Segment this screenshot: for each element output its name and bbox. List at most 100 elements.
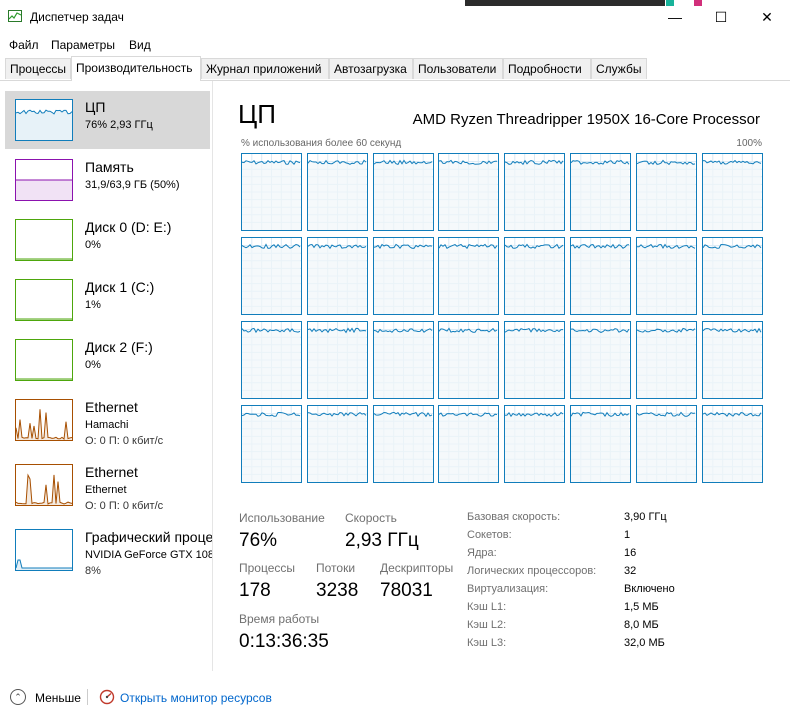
sparkline-line [16,473,72,505]
tab-app-history[interactable]: Журнал приложений [201,58,329,79]
logical-processor-graphs[interactable] [241,153,763,489]
logical-processor-graph [438,321,500,399]
close-button[interactable]: ✕ [744,0,790,34]
processor-graph-svg [505,406,565,482]
processor-graph-svg [307,322,367,398]
sidebar-item-subtitle: 31,9/63,9 ГБ (50%) [85,179,180,191]
sidebar-thumbnail-graph [15,219,73,261]
processor-graph-svg [702,154,762,230]
maximize-button[interactable]: ☐ [698,0,744,34]
close-icon: ✕ [761,8,773,25]
processor-graph-svg [702,406,762,482]
logical-processor-graph [241,153,302,231]
sidebar-item-subtitle: Ethernet [85,484,127,496]
graph-max-label: 100% [736,138,762,149]
processor-graph-svg [636,406,696,482]
processor-load-area [242,160,301,230]
sidebar-item-2[interactable]: Диск 0 (D: E:) 0% [5,211,210,269]
detail-key: Сокетов: [467,529,512,541]
sidebar-thumbnail-graph [15,279,73,321]
tab-startup[interactable]: Автозагрузка [329,58,413,79]
detail-key: Кэш L1: [467,601,507,613]
processor-graph-svg [571,322,630,398]
open-resource-monitor-link[interactable]: Открыть монитор ресурсов [120,691,272,705]
processor-load-area [702,244,762,314]
footer: ⌃ Меньше Открыть монитор ресурсов [0,684,790,718]
footer-separator [87,689,88,705]
sidebar-item-name: Диск 0 (D: E:) [85,219,172,235]
logical-processor-graph [306,321,368,399]
logical-processor-graph [241,405,302,483]
processor-graph-svg [636,154,696,230]
sidebar-item-subtitle: 0% [85,359,101,371]
processor-load-area [373,244,433,314]
processor-load-area [702,328,762,398]
processor-graph-svg [571,154,630,230]
sidebar-item-3[interactable]: Диск 1 (C:) 1% [5,271,210,329]
processor-load-area [505,160,565,230]
sidebar-item-name: Диск 1 (C:) [85,279,155,295]
fewer-details-button[interactable]: Меньше [35,691,81,705]
processor-load-area [373,412,433,482]
chevron-up-icon[interactable]: ⌃ [10,689,26,705]
sidebar-item-subtitle: 1% [85,299,101,311]
sidebar-item-name: Графический процессор 0 [85,529,213,545]
processor-graph-svg [636,322,696,398]
logical-processor-graph [241,237,302,315]
tab-users[interactable]: Пользователи [413,58,503,79]
menu-options[interactable]: Параметры [51,38,115,52]
sidebar-item-1[interactable]: Память 31,9/63,9 ГБ (50%) [5,151,210,209]
processor-graph-svg [242,322,301,398]
processor-graph-svg [439,238,499,314]
logical-processor-graph [438,153,500,231]
sidebar-thumbnail-graph [15,464,73,506]
tab-details[interactable]: Подробности [503,58,591,79]
processor-load-area [505,328,565,398]
title-bar: Диспетчер задач — ☐ ✕ [0,0,790,34]
processor-graph-svg [439,406,499,482]
detail-value: 16 [624,547,637,559]
sidebar-thumbnail-graph [15,529,73,571]
processor-graph-svg [439,322,499,398]
sidebar-item-subtitle: Hamachi [85,419,129,431]
processor-graph-svg [505,238,565,314]
tab-processes[interactable]: Процессы [5,58,71,79]
processor-graph-svg [505,154,565,230]
sidebar-item-5[interactable]: Ethernet Hamachi О: 0 П: 0 кбит/с [5,391,210,449]
processor-graph-svg [571,406,630,482]
logical-processor-graph [504,237,566,315]
sidebar-sparkline [16,559,72,570]
processor-graph-svg [373,238,433,314]
menu-view[interactable]: Вид [129,38,151,52]
processor-load-area [242,244,301,314]
sidebar-item-7[interactable]: Графический процессор 0 NVIDIA GeForce GT… [5,521,213,579]
uptime-value: 0:13:36:35 [239,631,329,652]
sidebar-item-6[interactable]: Ethernet Ethernet О: 0 П: 0 кбит/с [5,456,210,514]
sidebar-item-4[interactable]: Диск 2 (F:) 0% [5,331,210,389]
sidebar-thumbnail-graph [15,399,73,441]
processor-load-area [636,244,696,314]
processor-load-area [571,412,630,482]
tab-performance[interactable]: Производительность [71,56,201,81]
sidebar-sparkline [16,109,72,140]
sidebar-item-detail: 8% [85,565,101,577]
processor-graph-svg [439,154,499,230]
processor-graph-svg [307,406,367,482]
minimize-button[interactable]: — [652,0,698,34]
sidebar-sparkline [16,258,72,260]
speed-value: 2,93 ГГц [345,530,419,551]
processor-load-area [307,328,367,398]
processor-graph-svg [373,406,433,482]
menu-file[interactable]: Файл [9,38,39,52]
sparkline-area [16,180,72,200]
processor-graph-svg [307,154,367,230]
processes-label: Процессы [239,561,296,575]
cpu-panel: ЦП AMD Ryzen Threadripper 1950X 16-Core … [214,81,790,671]
processor-graph-svg [373,322,433,398]
minimize-icon: — [668,9,682,25]
detail-value: 1 [624,529,631,541]
tab-services[interactable]: Службы [591,58,647,79]
sidebar-thumbnail-graph [15,159,73,201]
logical-processor-graph [570,321,631,399]
sidebar-item-0[interactable]: ЦП 76% 2,93 ГГц [5,91,210,149]
